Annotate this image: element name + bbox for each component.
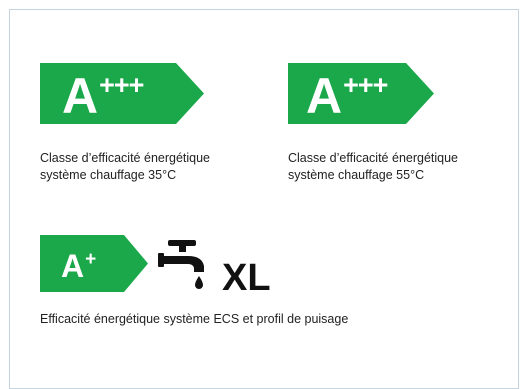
energy-class-caption-35c: Classe d’efficacité énergétique système …	[40, 150, 210, 184]
grade-letter: A	[61, 248, 85, 284]
caption-line: Classe d’efficacité énergétique	[288, 151, 459, 165]
energy-class-label-55c: A+++	[288, 63, 434, 124]
grade-letter: A	[306, 68, 343, 124]
faucet-icon	[158, 240, 204, 289]
grade-suffix: +	[85, 249, 96, 270]
energy-class-caption-55c: Classe d’efficacité énergétique système …	[288, 150, 458, 184]
caption-line: système chauffage 55°C	[288, 168, 425, 182]
grade-suffix: +++	[343, 70, 388, 100]
energy-class-label-35c: A+++	[40, 63, 204, 124]
ecs-energy-label: A+	[40, 235, 148, 292]
energy-grade: A+++	[62, 68, 144, 124]
caption-line: Classe d’efficacité énergétique	[40, 151, 211, 165]
grade-suffix: +++	[99, 70, 144, 100]
energy-grade: A+	[61, 248, 96, 284]
energy-grade: A+++	[306, 68, 388, 124]
ecs-caption: Efficacité énergétique système ECS et pr…	[40, 312, 349, 326]
grade-letter: A	[62, 68, 99, 124]
ecs-profile-label: XL	[222, 257, 271, 299]
caption-line: système chauffage 35°C	[40, 168, 177, 182]
